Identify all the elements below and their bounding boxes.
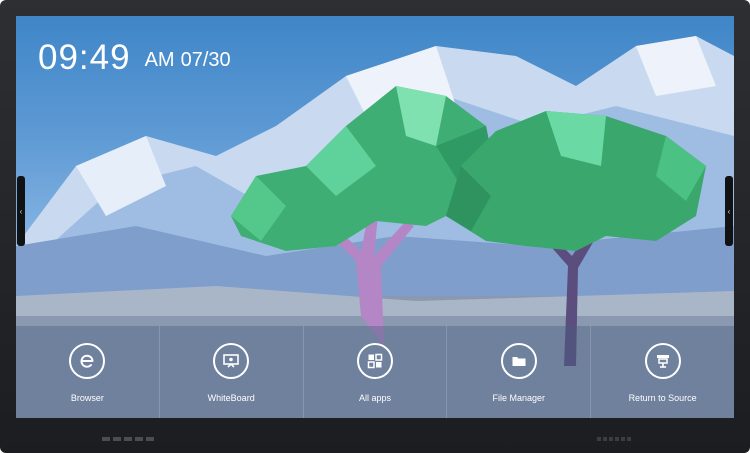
whiteboard-label: WhiteBoard bbox=[207, 393, 255, 403]
whiteboard-icon bbox=[213, 343, 250, 379]
chevron-left-icon: ‹ bbox=[727, 206, 731, 216]
chevron-left-icon: ‹ bbox=[19, 206, 23, 216]
return-to-source-icon bbox=[644, 343, 681, 379]
front-button-panel bbox=[102, 437, 154, 441]
all-apps-button[interactable]: All apps bbox=[304, 326, 448, 418]
browser-label: Browser bbox=[70, 393, 104, 403]
return-to-source-label: Return to Source bbox=[628, 393, 697, 403]
app-dock: Browser WhiteBoard All apps File Manager bbox=[16, 326, 734, 418]
clock-date: 07/30 bbox=[180, 49, 231, 71]
browser-icon bbox=[69, 343, 106, 379]
right-sidebar-handle[interactable]: ‹ bbox=[725, 176, 733, 246]
display-bezel: 09:49 AM 07/30 Browser WhiteBoard All apps bbox=[0, 0, 750, 453]
return-to-source-button[interactable]: Return to Source bbox=[591, 326, 734, 418]
all-apps-label: All apps bbox=[358, 393, 391, 403]
speaker-grille bbox=[597, 437, 631, 441]
file-manager-label: File Manager bbox=[492, 393, 546, 403]
apps-grid-icon bbox=[356, 343, 393, 379]
file-manager-button[interactable]: File Manager bbox=[447, 326, 592, 418]
clock-widget: 09:49 AM 07/30 bbox=[38, 38, 231, 78]
browser-button[interactable]: Browser bbox=[16, 326, 160, 418]
clock-time: 09:49 bbox=[38, 38, 131, 77]
clock-ampm: AM bbox=[144, 49, 175, 71]
folder-icon bbox=[500, 343, 537, 379]
left-sidebar-handle[interactable]: ‹ bbox=[17, 176, 25, 246]
home-screen: 09:49 AM 07/30 Browser WhiteBoard All apps bbox=[16, 16, 734, 418]
whiteboard-button[interactable]: WhiteBoard bbox=[160, 326, 304, 418]
